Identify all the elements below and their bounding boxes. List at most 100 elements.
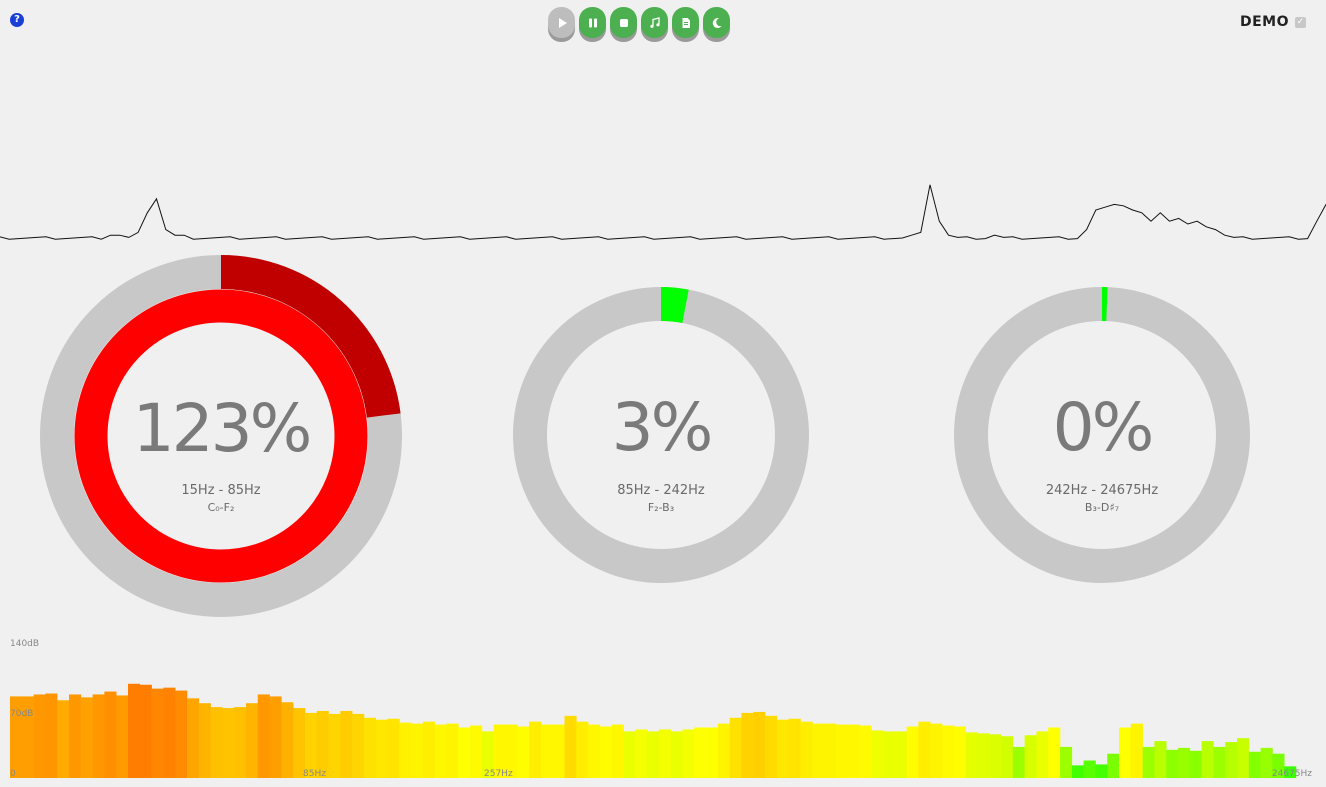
spectrum-bar	[411, 723, 424, 778]
gauge-high-percent: 0%	[1052, 389, 1155, 466]
spectrum-bar	[281, 702, 294, 778]
pause-button[interactable]	[579, 7, 606, 38]
spectrum-bar	[434, 724, 447, 778]
spectrum-bar	[352, 713, 365, 778]
gauge-high-notes: B₃-D♯₇	[1084, 501, 1120, 514]
spectrum-bar	[363, 717, 377, 778]
demo-checkbox[interactable]: ✓	[1295, 16, 1306, 28]
spectrum-bar	[387, 718, 400, 778]
spectrum-bar	[635, 729, 648, 778]
spectrum-bar	[1012, 746, 1025, 778]
spectrum-analyzer: 140dB 70dB 0 85Hz 257Hz 24675Hz	[10, 639, 1312, 779]
spectrum-bar	[1071, 765, 1084, 778]
gauge-low-range: 15Hz - 85Hz	[181, 483, 261, 498]
gauge-high-range: 242Hz - 24675Hz	[1045, 483, 1159, 498]
spectrum-bar	[375, 719, 388, 778]
spectrum-x-85hz-label: 85Hz	[303, 769, 326, 779]
spectrum-bar	[906, 726, 919, 778]
spectrum-bar	[1178, 747, 1191, 778]
spectrum-bar	[623, 731, 636, 778]
spectrum-bar	[989, 734, 1002, 778]
music-note-icon	[649, 16, 660, 28]
spectrum-bar	[446, 723, 459, 778]
spectrum-bar	[741, 712, 754, 778]
spectrum-bar	[953, 726, 966, 778]
spectrum-bar	[871, 730, 884, 778]
spectrum-bar	[257, 694, 270, 778]
demo-toggle[interactable]: DEMO ✓	[1240, 14, 1306, 30]
spectrum-bar	[517, 726, 530, 778]
spectrum-bar	[1107, 753, 1120, 778]
gauge-mid-percent: 3%	[611, 389, 714, 466]
night-mode-button[interactable]	[703, 7, 730, 38]
spectrum-bar	[116, 695, 129, 778]
file-button[interactable]	[672, 7, 699, 38]
spectrum-bar	[1213, 746, 1226, 778]
spectrum-bar	[847, 724, 860, 778]
spectrum-bar	[1225, 742, 1238, 778]
spectrum-bar	[293, 708, 306, 778]
spectrum-bar	[127, 683, 141, 778]
spectrum-bar	[540, 724, 554, 778]
spectrum-bar	[340, 710, 353, 778]
spectrum-bar	[965, 732, 978, 778]
spectrum-bar	[1083, 760, 1096, 778]
spectrum-bar	[588, 724, 601, 778]
spectrum-bar	[942, 725, 955, 778]
file-icon	[682, 17, 690, 28]
gauge-low-percent: 123%	[132, 390, 313, 467]
spectrum-bar	[647, 731, 660, 778]
spectrum-bar	[977, 733, 990, 778]
spectrum-y-top-label: 140dB	[10, 639, 39, 649]
play-button[interactable]	[548, 7, 575, 38]
spectrum-bar	[765, 715, 778, 778]
spectrum-bar	[57, 700, 70, 778]
spectrum-bar	[1024, 735, 1037, 778]
spectrum-bar	[422, 721, 436, 778]
spectrum-bar	[316, 710, 329, 778]
spectrum-bar	[186, 698, 200, 778]
spectrum-bar	[824, 723, 837, 778]
gauge-mid-range: 85Hz - 242Hz	[617, 483, 705, 498]
spectrum-bar	[1048, 727, 1061, 778]
spectrum-bar	[812, 723, 825, 778]
spectrum-x-start-label: 0	[10, 769, 16, 779]
spectrum-bar	[564, 715, 577, 778]
spectrum-bar	[80, 697, 93, 778]
spectrum-bar	[1036, 731, 1049, 778]
waveform	[0, 184, 1326, 240]
spectrum-bar	[1060, 746, 1073, 778]
spectrum-bar	[658, 729, 671, 778]
spectrum-bar	[529, 721, 542, 778]
spectrum-bar	[611, 724, 624, 778]
spectrum-bar	[930, 723, 943, 778]
music-button[interactable]	[641, 7, 668, 38]
spectrum-bar	[163, 687, 176, 778]
spectrum-bar	[399, 722, 412, 778]
spectrum-bar	[599, 726, 613, 778]
spectrum-x-end-label: 24675Hz	[1272, 769, 1312, 779]
stop-button[interactable]	[610, 7, 637, 38]
spectrum-bar	[918, 721, 931, 778]
spectrum-bar	[1189, 750, 1202, 778]
stop-icon	[619, 18, 628, 27]
demo-label: DEMO	[1239, 14, 1289, 30]
spectrum-x-257hz-label: 257Hz	[484, 769, 513, 779]
spectrum-bar	[1154, 741, 1167, 778]
spectrum-bar	[269, 696, 282, 778]
spectrum-y-mid-label: 70dB	[10, 709, 33, 719]
moon-icon	[712, 17, 722, 28]
spectrum-bar	[776, 719, 789, 778]
spectrum-bar	[706, 727, 719, 778]
gauge-low-notes: C₀-F₂	[207, 501, 235, 514]
help-icon[interactable]: ?	[10, 13, 24, 27]
spectrum-bar	[328, 713, 341, 778]
spectrum-bar	[753, 711, 766, 778]
waveform-line	[0, 184, 1326, 240]
spectrum-bar	[552, 724, 565, 778]
spectrum-bar	[800, 721, 813, 778]
spectrum-bar	[1001, 736, 1014, 778]
spectrum-bar	[682, 729, 695, 778]
spectrum-bar	[33, 694, 46, 778]
spectrum-bar	[458, 727, 471, 778]
